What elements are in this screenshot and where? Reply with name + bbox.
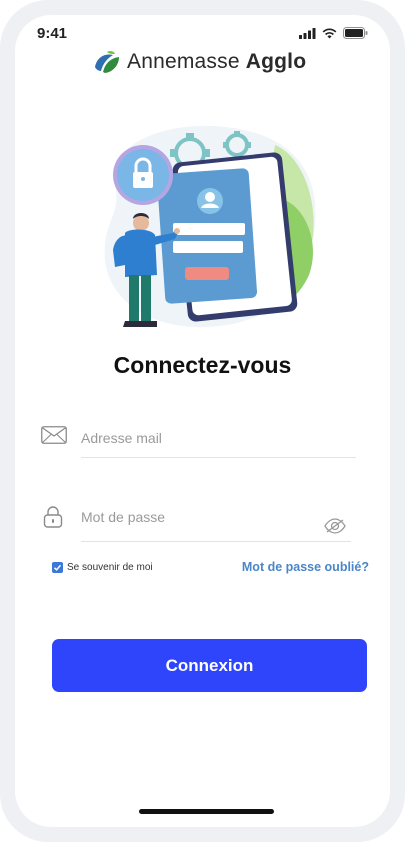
app-screen: 9:41 Annemasse Agglo Connectez-vous Adre… <box>15 15 390 827</box>
brand-name-light: Annemasse <box>127 50 240 73</box>
lock-icon <box>43 506 63 528</box>
remember-me[interactable]: Se souvenir de moi <box>52 562 153 573</box>
leaf-logo-icon <box>95 50 119 73</box>
forgot-password-link[interactable]: Mot de passe oublié? <box>242 560 369 574</box>
brand-logo: Annemasse Agglo <box>93 49 306 75</box>
cellular-signal-icon <box>299 27 316 39</box>
envelope-icon <box>41 426 67 444</box>
login-button[interactable]: Connexion <box>52 639 367 692</box>
wifi-icon <box>322 28 337 38</box>
remember-checkbox[interactable] <box>52 562 63 573</box>
device-frame: 9:41 Annemasse Agglo Connectez-vous Adre… <box>0 0 405 842</box>
checkmark-icon <box>53 564 62 571</box>
password-input[interactable] <box>81 508 311 526</box>
status-icons <box>299 27 368 39</box>
status-time: 9:41 <box>37 25 68 42</box>
email-underline <box>81 457 356 458</box>
brand-name-bold: Agglo <box>245 50 307 73</box>
email-input[interactable] <box>81 429 355 447</box>
email-field-group <box>41 426 356 458</box>
remember-label: Se souvenir de moi <box>67 562 153 573</box>
brand-name: Annemasse Agglo <box>127 50 306 74</box>
password-underline <box>81 541 351 542</box>
page-title: Connectez-vous <box>113 352 292 378</box>
eye-slash-icon[interactable] <box>324 518 346 534</box>
home-indicator <box>139 809 274 814</box>
password-field-group <box>41 504 356 544</box>
login-illustration <box>104 125 316 328</box>
battery-icon <box>343 27 368 39</box>
